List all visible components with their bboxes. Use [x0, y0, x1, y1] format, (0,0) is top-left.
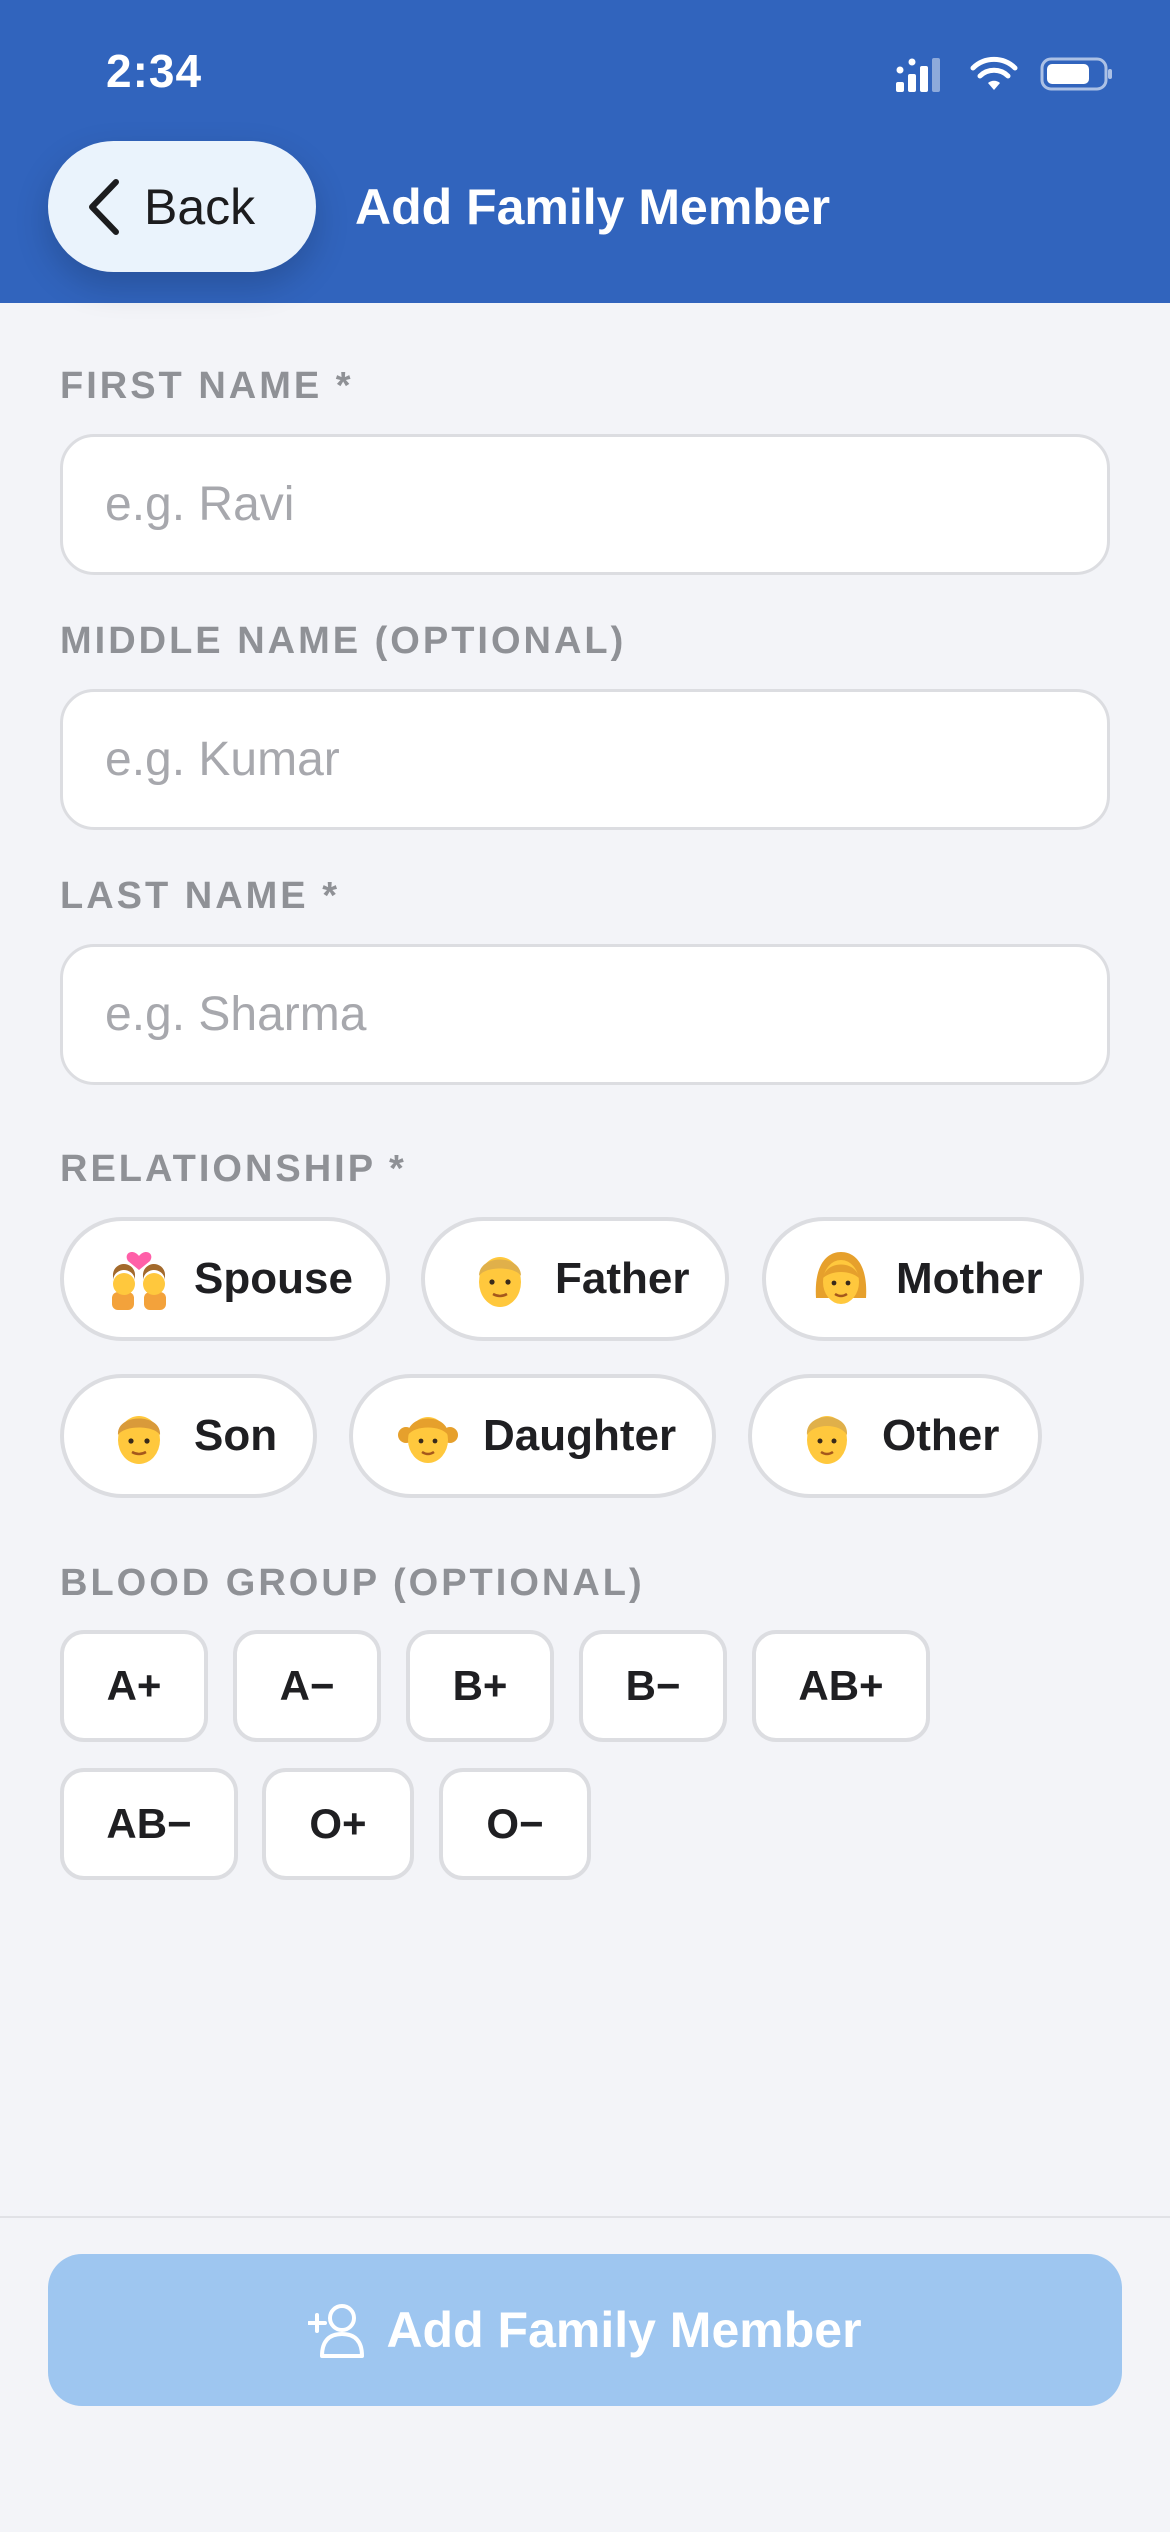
blood-group-chip-a-neg[interactable]: A−: [233, 1630, 381, 1742]
back-button-label: Back: [144, 178, 256, 235]
relationship-chip-other[interactable]: Other: [748, 1374, 1042, 1498]
middle-name-input[interactable]: [60, 689, 1110, 830]
blood-group-chip-ab-pos[interactable]: AB+: [752, 1630, 930, 1742]
blood-group-chip-ab-neg[interactable]: AB−: [60, 1768, 238, 1880]
blood-group-chip-o-neg[interactable]: O−: [439, 1768, 591, 1880]
chevron-left-icon: [89, 178, 119, 235]
boy-emoji-icon: [117, 1416, 161, 1464]
wifi-icon: [970, 56, 1018, 90]
add-family-member-button[interactable]: Add Family Member: [48, 2254, 1122, 2406]
chip-label: Father: [555, 1254, 690, 1303]
last-name-input[interactable]: [60, 944, 1110, 1085]
cellular-signal-icon: [896, 58, 940, 92]
blood-group-chip-a-pos[interactable]: A+: [60, 1630, 208, 1742]
relationship-chip-son[interactable]: Son: [60, 1374, 317, 1498]
couple-emoji-icon: [112, 1251, 166, 1310]
relationship-chip-daughter[interactable]: Daughter: [349, 1374, 716, 1498]
blood-group-label: BLOOD GROUP (OPTIONAL): [60, 1562, 645, 1604]
relationship-chip-father[interactable]: Father: [421, 1217, 729, 1341]
app-header: 2:34 Back Add Family Member: [0, 0, 1170, 303]
chip-label: Son: [194, 1411, 278, 1460]
battery-icon: [1040, 57, 1112, 91]
last-name-label: LAST NAME *: [60, 875, 340, 917]
chip-label: Other: [882, 1411, 1000, 1460]
blood-group-chip-o-pos[interactable]: O+: [262, 1768, 414, 1880]
woman-emoji-icon: [815, 1252, 867, 1304]
first-name-input[interactable]: [60, 434, 1110, 575]
submit-button-label: Add Family Member: [386, 2302, 862, 2358]
middle-name-label: MIDDLE NAME (OPTIONAL): [60, 620, 627, 662]
first-name-label: FIRST NAME *: [60, 365, 354, 407]
relationship-chip-mother[interactable]: Mother: [762, 1217, 1084, 1341]
person-emoji-icon: [806, 1416, 848, 1464]
status-icons: [896, 52, 1114, 96]
page-title: Add Family Member: [355, 179, 831, 235]
status-time: 2:34: [106, 45, 203, 97]
chip-label: Daughter: [483, 1411, 677, 1460]
add-person-icon: [308, 2304, 365, 2358]
relationship-chip-spouse[interactable]: Spouse: [60, 1217, 390, 1341]
back-button[interactable]: Back: [48, 141, 316, 272]
girl-emoji-icon: [398, 1417, 458, 1463]
footer-divider: [0, 2216, 1170, 2218]
chip-label: Spouse: [194, 1254, 353, 1303]
man-emoji-icon: [479, 1257, 521, 1307]
blood-group-chip-b-neg[interactable]: B−: [579, 1630, 727, 1742]
chip-label: Mother: [896, 1254, 1043, 1303]
relationship-label: RELATIONSHIP *: [60, 1148, 407, 1190]
blood-group-chip-b-pos[interactable]: B+: [406, 1630, 554, 1742]
